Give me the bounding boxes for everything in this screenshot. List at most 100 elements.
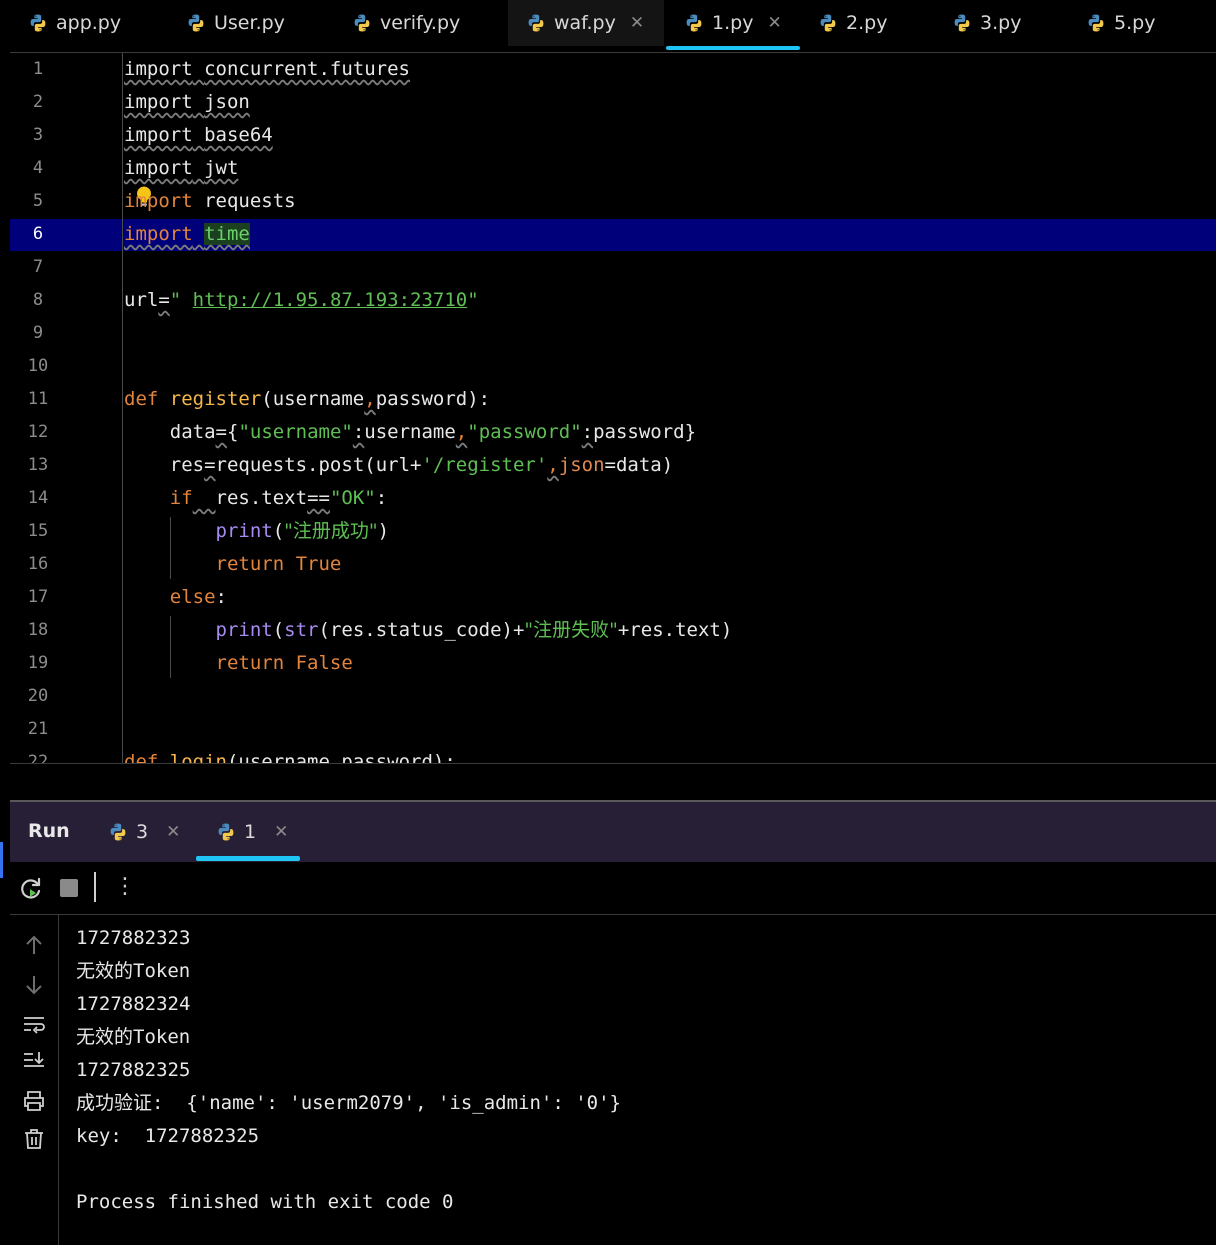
line-number-current: 6 — [32, 224, 44, 244]
line-number: 4 — [32, 158, 44, 178]
line-number: 14 — [27, 488, 49, 508]
python-run-icon — [216, 822, 236, 842]
code-line-19: return False — [215, 652, 353, 674]
python-file-icon — [952, 13, 972, 33]
close-tab-icon[interactable]: ✕ — [767, 13, 781, 33]
line-number: 11 — [27, 389, 49, 409]
active-run-tab-indicator — [196, 856, 300, 861]
line-number: 15 — [27, 521, 49, 541]
code-line-18: print(str(res.status_code)+"注册失败"+res.te… — [215, 619, 733, 641]
tab-label: verify.py — [380, 12, 461, 34]
run-tab-label: 3 — [136, 821, 149, 843]
tab-app-py[interactable]: app.py — [28, 0, 121, 46]
tab-3-py[interactable]: 3.py — [952, 0, 1021, 46]
code-line-17: else: — [169, 586, 227, 608]
editor-tab-bar: app.py User.py verify.py waf.py ✕ 1.py ✕… — [10, 0, 1216, 53]
trash-icon[interactable] — [22, 1127, 46, 1151]
output-line: 1727882323 — [76, 927, 191, 949]
python-file-icon — [818, 13, 838, 33]
run-panel-title: Run — [28, 820, 70, 842]
python-file-icon — [186, 13, 206, 33]
run-tab-1[interactable]: 1 ✕ — [216, 816, 288, 848]
line-number: 2 — [32, 92, 44, 112]
python-file-icon — [28, 13, 48, 33]
arrow-down-icon[interactable] — [22, 973, 46, 997]
code-line-14: if res.text=="OK": — [169, 487, 388, 509]
line-number: 8 — [32, 290, 44, 310]
tab-label: 2.py — [846, 12, 888, 34]
left-tool-strip — [0, 0, 10, 1245]
output-line: key: 1727882325 — [76, 1125, 260, 1147]
stop-icon[interactable] — [60, 879, 78, 897]
run-tab-label: 1 — [244, 821, 257, 843]
line-number: 5 — [32, 191, 44, 211]
python-file-icon — [684, 13, 704, 33]
output-line: 成功验证: {'name': 'userm2079', 'is_admin': … — [76, 1092, 621, 1114]
close-tab-icon[interactable]: ✕ — [630, 13, 644, 33]
line-number: 10 — [27, 356, 49, 376]
code-editor[interactable]: 1 2 3 4 5 6 7 8 9 10 11 12 13 14 15 16 1… — [10, 53, 1216, 763]
code-line-22: def login(username,password): — [124, 751, 456, 763]
line-number: 7 — [32, 257, 44, 277]
tab-5-py[interactable]: 5.py — [1086, 0, 1155, 46]
close-run-tab-icon[interactable]: ✕ — [274, 822, 288, 842]
close-run-tab-icon[interactable]: ✕ — [166, 822, 180, 842]
run-toolbar: ⋮ — [10, 862, 1216, 915]
code-line-16: return True — [215, 553, 342, 575]
tab-label: waf.py — [554, 12, 616, 34]
code-line-11: def register(username,password): — [124, 388, 491, 410]
tab-label: 3.py — [980, 12, 1022, 34]
console-output[interactable]: 1727882323 无效的Token 1727882324 无效的Token … — [76, 922, 1206, 1219]
python-run-icon — [108, 822, 128, 842]
editor-horizontal-scrollbar[interactable] — [10, 763, 1216, 800]
scroll-to-end-icon[interactable] — [22, 1049, 46, 1073]
output-line: Process finished with exit code 0 — [76, 1191, 454, 1213]
line-number-gutter: 1 2 3 4 5 6 7 8 9 10 11 12 13 14 15 16 1… — [10, 53, 70, 763]
code-line-8: url=" http://1.95.87.193:23710" — [124, 289, 479, 311]
line-number: 20 — [27, 686, 49, 706]
tab-verify-py[interactable]: verify.py — [352, 0, 460, 46]
soft-wrap-icon[interactable] — [22, 1013, 46, 1037]
line-number: 3 — [32, 125, 44, 145]
code-line-12: data={"username":username,"password":pas… — [169, 421, 697, 443]
run-panel-header: Run 3 ✕ 1 ✕ — [10, 800, 1216, 862]
url-link[interactable]: http://1.95.87.193:23710 — [193, 289, 468, 311]
run-tab-3[interactable]: 3 ✕ — [108, 816, 180, 848]
console-side-toolbar — [10, 915, 59, 1245]
line-number: 16 — [27, 554, 49, 574]
print-icon[interactable] — [22, 1089, 46, 1113]
python-file-icon — [526, 13, 546, 33]
output-line: 无效的Token — [76, 1026, 191, 1048]
line-number: 18 — [27, 620, 49, 640]
line-number: 17 — [27, 587, 49, 607]
active-tool-marker — [0, 842, 3, 878]
code-line-15: print("注册成功") — [215, 520, 390, 542]
code-line-2: import json — [124, 91, 250, 113]
tab-1-py[interactable]: 1.py ✕ — [666, 0, 800, 50]
line-number: 22 — [27, 752, 49, 763]
tab-2-py[interactable]: 2.py — [818, 0, 887, 46]
indent-guide — [122, 53, 123, 763]
code-line-4: import jwt — [124, 157, 239, 179]
arrow-up-icon[interactable] — [22, 933, 46, 957]
tab-label: 5.py — [1114, 12, 1156, 34]
tab-waf-py[interactable]: waf.py ✕ — [508, 0, 664, 46]
tab-user-py[interactable]: User.py — [186, 0, 285, 46]
more-options-icon[interactable]: ⋮ — [114, 874, 136, 900]
output-line: 无效的Token — [76, 960, 191, 982]
output-line: 1727882324 — [76, 993, 191, 1015]
python-file-icon — [352, 13, 372, 33]
rerun-icon[interactable] — [18, 876, 44, 902]
code-line-6: import time — [124, 223, 250, 245]
toolbar-separator — [94, 872, 96, 902]
python-file-icon — [1086, 13, 1106, 33]
output-line: 1727882325 — [76, 1059, 191, 1081]
code-line-5: import requests — [124, 190, 296, 212]
line-number: 19 — [27, 653, 49, 673]
code-line-1: import concurrent.futures — [124, 58, 410, 80]
code-line-13: res=requests.post(url+'/register',json=d… — [169, 454, 674, 476]
line-number: 1 — [32, 59, 44, 79]
line-number: 21 — [27, 719, 49, 739]
tab-label: User.py — [214, 12, 285, 34]
